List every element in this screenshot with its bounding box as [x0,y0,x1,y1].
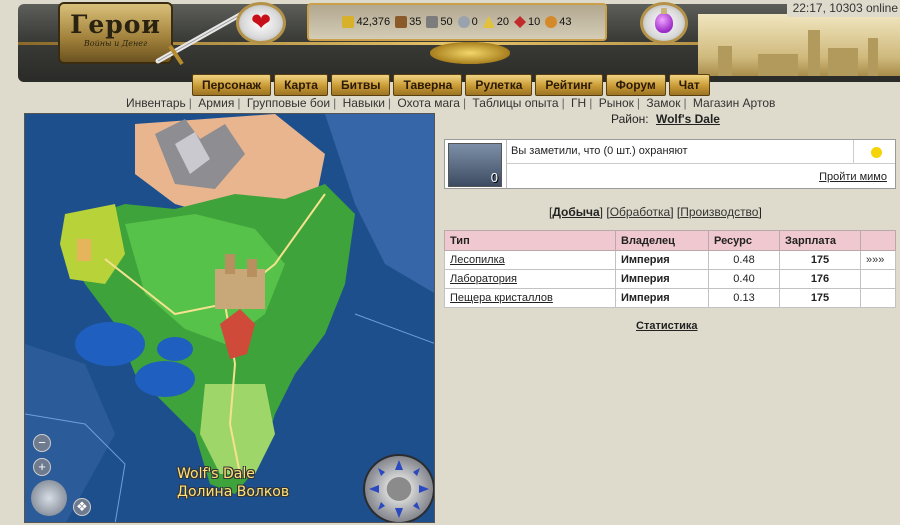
resource-ore: 50 [426,16,453,28]
facility-owner: Империя [615,269,709,289]
nav-roulette[interactable]: Рулетка [465,74,533,96]
zoom-out-button[interactable]: − [33,434,51,452]
facility-action-cell [860,288,896,308]
resource-crystals: 10 [514,16,540,28]
subnav-mage-hunt[interactable]: Охота мага [397,96,460,110]
tab-extraction[interactable]: Добыча [552,205,599,219]
guard-creature-image: 0 [448,143,502,187]
facility-link[interactable]: Пещера кристаллов [450,292,553,304]
ore-icon [426,16,439,28]
facility-owner: Империя [615,250,709,270]
resource-gems: 43 [545,16,572,28]
nav-chat[interactable]: Чат [668,74,710,96]
facility-link[interactable]: Лаборатория [450,273,517,285]
subnav-art-shop[interactable]: Магазин Артов [693,96,775,110]
potion-icon [655,8,673,33]
nav-map[interactable]: Карта [274,74,328,96]
subnav-gn[interactable]: ГН [571,96,586,110]
nav-character[interactable]: Персонаж [192,74,272,96]
subnav-exp-tables[interactable]: Таблицы опыта [472,96,558,110]
crystals-icon [514,16,527,28]
district-label: Район: [611,112,649,126]
facility-resource: 0.48 [708,250,780,270]
nav-tavern[interactable]: Таверна [393,74,463,96]
statistics-link[interactable]: Статистика [636,320,698,332]
col-owner: Владелец [615,230,709,251]
subnav-skills[interactable]: Навыки [343,96,385,110]
facility-owner: Империя [615,288,709,308]
wood-icon [395,16,408,28]
resource-gold: 42,376 [342,16,390,28]
sulfur-icon [482,16,495,28]
guard-panel: 0 Вы заметили, что (0 шт.) охраняют Прой… [444,139,896,189]
pan-arrows-icon [369,460,429,518]
resource-mercury: 0 [457,16,478,28]
table-row: Лаборатория Империя 0.40 176 [444,269,896,289]
tab-production[interactable]: Производство [680,205,758,219]
subnav-castle[interactable]: Замок [646,96,680,110]
table-header-row: Тип Владелец Ресурс Зарплата [444,230,896,251]
heart-icon: ❤ [250,9,272,36]
status-dot-icon [871,147,882,158]
world-map[interactable]: Wolf's Dale Долина Волков − + ❖ [24,113,435,523]
subnav-market[interactable]: Рынок [599,96,634,110]
resource-wood: 35 [395,16,421,28]
castle-banner [698,14,900,76]
facility-resource: 0.40 [708,269,780,289]
nav-rating[interactable]: Рейтинг [535,74,603,96]
zoom-in-button[interactable]: + [33,458,51,476]
guard-count: 0 [490,170,498,185]
col-salary: Зарплата [779,230,861,251]
subnav-army[interactable]: Армия [198,96,234,110]
facilities-table: Тип Владелец Ресурс Зарплата Лесопилка И… [444,230,896,308]
enter-facility-link[interactable]: »»» [860,250,896,270]
center-map-button[interactable]: ❖ [73,498,91,516]
facility-salary: 176 [779,269,861,289]
mercury-icon [457,16,470,28]
col-action [860,230,896,251]
nav-forum[interactable]: Форум [605,74,666,96]
health-indicator[interactable]: ❤ [236,2,286,44]
facility-resource: 0.13 [708,288,780,308]
pass-by-link[interactable]: Пройти мимо [819,171,887,183]
gold-icon [342,16,355,28]
facility-action-cell [860,269,896,289]
nav-battles[interactable]: Битвы [330,74,391,96]
subnav-inventory[interactable]: Инвентарь [126,96,186,110]
facility-link[interactable]: Лесопилка [450,254,505,266]
compass-star-icon[interactable] [31,480,67,516]
facility-salary: 175 [779,250,861,270]
gems-icon [545,16,558,28]
tab-processing[interactable]: Обработка [610,205,671,219]
main-nav: Персонаж Карта Битвы Таверна Рулетка Рей… [192,74,710,96]
table-row: Лесопилка Империя 0.48 175 »»» [444,250,896,270]
district-link[interactable]: Wolf's Dale [656,112,720,126]
gold-ornament [430,42,510,64]
guard-message: Вы заметили, что (0 шт.) охраняют [511,145,688,157]
resource-sulfur: 20 [482,16,509,28]
sub-nav: Инвентарь | Армия | Групповые бои | Навыки |… [126,96,776,110]
server-clock: 22:17, 10303 online [786,0,900,17]
col-type: Тип [444,230,616,251]
facility-tabs: [Добыча] [Обработка] [Производство] [549,205,762,219]
map-label-en: Wolf's Dale [177,466,255,482]
subnav-group-battles[interactable]: Групповые бои [247,96,330,110]
facility-salary: 175 [779,288,861,308]
resource-bar: 42,376 35 50 0 20 10 43 [307,3,607,41]
map-label-ru: Долина Волков [177,484,290,500]
district-info: Район: Wolf's Dale [611,112,720,126]
col-resource: Ресурс [708,230,780,251]
map-pan-control[interactable] [363,454,434,522]
mana-indicator[interactable] [640,2,688,44]
table-row: Пещера кристаллов Империя 0.13 175 [444,288,896,308]
header: Герои Войны и Денег ❤ 42,376 35 50 0 20 … [0,0,900,96]
